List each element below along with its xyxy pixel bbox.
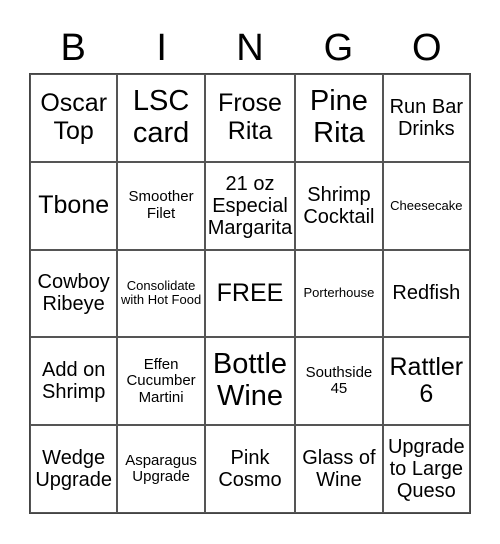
bingo-cell[interactable]: Frose Rita	[204, 74, 296, 162]
bingo-cell[interactable]: LSC card	[117, 74, 205, 162]
header-letter-g: G	[323, 27, 354, 69]
bingo-cell[interactable]: Run Bar Drinks	[382, 74, 470, 162]
bingo-cell[interactable]: Glass of Wine	[295, 425, 383, 513]
bingo-cell[interactable]: Consolidate with Hot Food	[117, 249, 205, 338]
free-space[interactable]: FREE	[204, 249, 296, 338]
bingo-cell[interactable]: Upgrade to Large Queso	[382, 425, 470, 513]
bingo-cell[interactable]: Cowboy Ribeye	[30, 249, 118, 338]
bingo-cell[interactable]: Oscar Top	[30, 74, 118, 162]
bingo-cell[interactable]: Wedge Upgrade	[30, 425, 118, 513]
bingo-cell[interactable]: Cheesecake	[382, 161, 470, 250]
bingo-cell[interactable]: Tbone	[30, 161, 118, 250]
bingo-cell[interactable]: Porterhouse	[295, 249, 383, 338]
bingo-cell[interactable]: Effen Cucumber Martini	[117, 337, 205, 426]
bingo-cell[interactable]: Asparagus Upgrade	[117, 425, 205, 513]
bingo-cell[interactable]: Bottle Wine	[204, 337, 296, 426]
bingo-cell[interactable]: Smoother Filet	[117, 161, 205, 250]
bingo-cell[interactable]: Pine Rita	[295, 74, 383, 162]
bingo-cell[interactable]: Shrimp Cocktail	[295, 161, 383, 250]
bingo-cell[interactable]: Redfish	[382, 249, 470, 338]
header-letter-n: N	[236, 27, 264, 69]
bingo-cell[interactable]: Pink Cosmo	[204, 425, 296, 513]
header-letter-i: I	[156, 27, 167, 69]
bingo-cell[interactable]: 21 oz Especial Margarita	[204, 161, 296, 250]
header-letter-b: B	[60, 27, 86, 69]
bingo-header: B I N G O	[29, 22, 471, 74]
bingo-cell[interactable]: Southside 45	[295, 337, 383, 426]
bingo-grid: Oscar Top LSC card Frose Rita Pine Rita Run …	[29, 73, 471, 514]
header-letter-o: O	[412, 27, 442, 69]
bingo-cell[interactable]: Add on Shrimp	[30, 337, 118, 426]
bingo-cell[interactable]: Rattler 6	[382, 337, 470, 426]
